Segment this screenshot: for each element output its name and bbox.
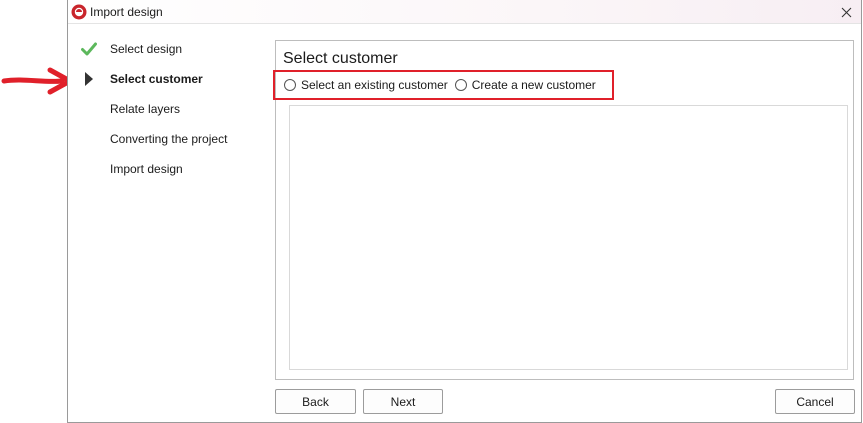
- screenshot-stage: Import design Select design Select custo…: [0, 0, 863, 423]
- next-button[interactable]: Next: [363, 389, 443, 414]
- step-relate-layers: Relate layers: [68, 98, 268, 120]
- checkmark-icon: [80, 40, 98, 58]
- cancel-button[interactable]: Cancel: [775, 389, 855, 414]
- title-bar: Import design: [68, 0, 861, 24]
- window-title: Import design: [90, 5, 163, 19]
- radio-new-customer[interactable]: Create a new customer: [454, 78, 596, 92]
- customer-content-area[interactable]: [289, 105, 848, 370]
- close-button[interactable]: [831, 0, 861, 24]
- radio-existing-customer[interactable]: Select an existing customer: [284, 78, 448, 92]
- step-label: Import design: [110, 162, 183, 176]
- step-label: Select design: [110, 42, 183, 56]
- radio-button[interactable]: [454, 79, 467, 91]
- customer-radio-group: Select an existing customer Create a new…: [284, 78, 603, 92]
- radio-label: Select an existing customer: [301, 78, 448, 92]
- app-logo-icon: [71, 4, 87, 20]
- radio-label: Create a new customer: [471, 78, 596, 92]
- step-label: Select customer: [110, 72, 203, 86]
- step-import-design: Import design: [68, 158, 268, 180]
- step-label: Converting the project: [110, 132, 228, 146]
- radio-button[interactable]: [284, 79, 296, 91]
- import-design-dialog: Import design Select design Select custo…: [67, 0, 862, 423]
- triangle-right-icon: [80, 70, 98, 88]
- select-customer-panel: Select customer Select an existing custo…: [273, 40, 854, 380]
- back-button[interactable]: Back: [275, 389, 356, 414]
- step-label: Relate layers: [110, 102, 181, 116]
- step-select-design: Select design: [68, 38, 268, 60]
- close-icon: [841, 7, 851, 17]
- step-select-customer: Select customer: [68, 68, 268, 90]
- step-converting-the-project: Converting the project: [68, 128, 268, 150]
- panel-title: Select customer: [283, 50, 398, 67]
